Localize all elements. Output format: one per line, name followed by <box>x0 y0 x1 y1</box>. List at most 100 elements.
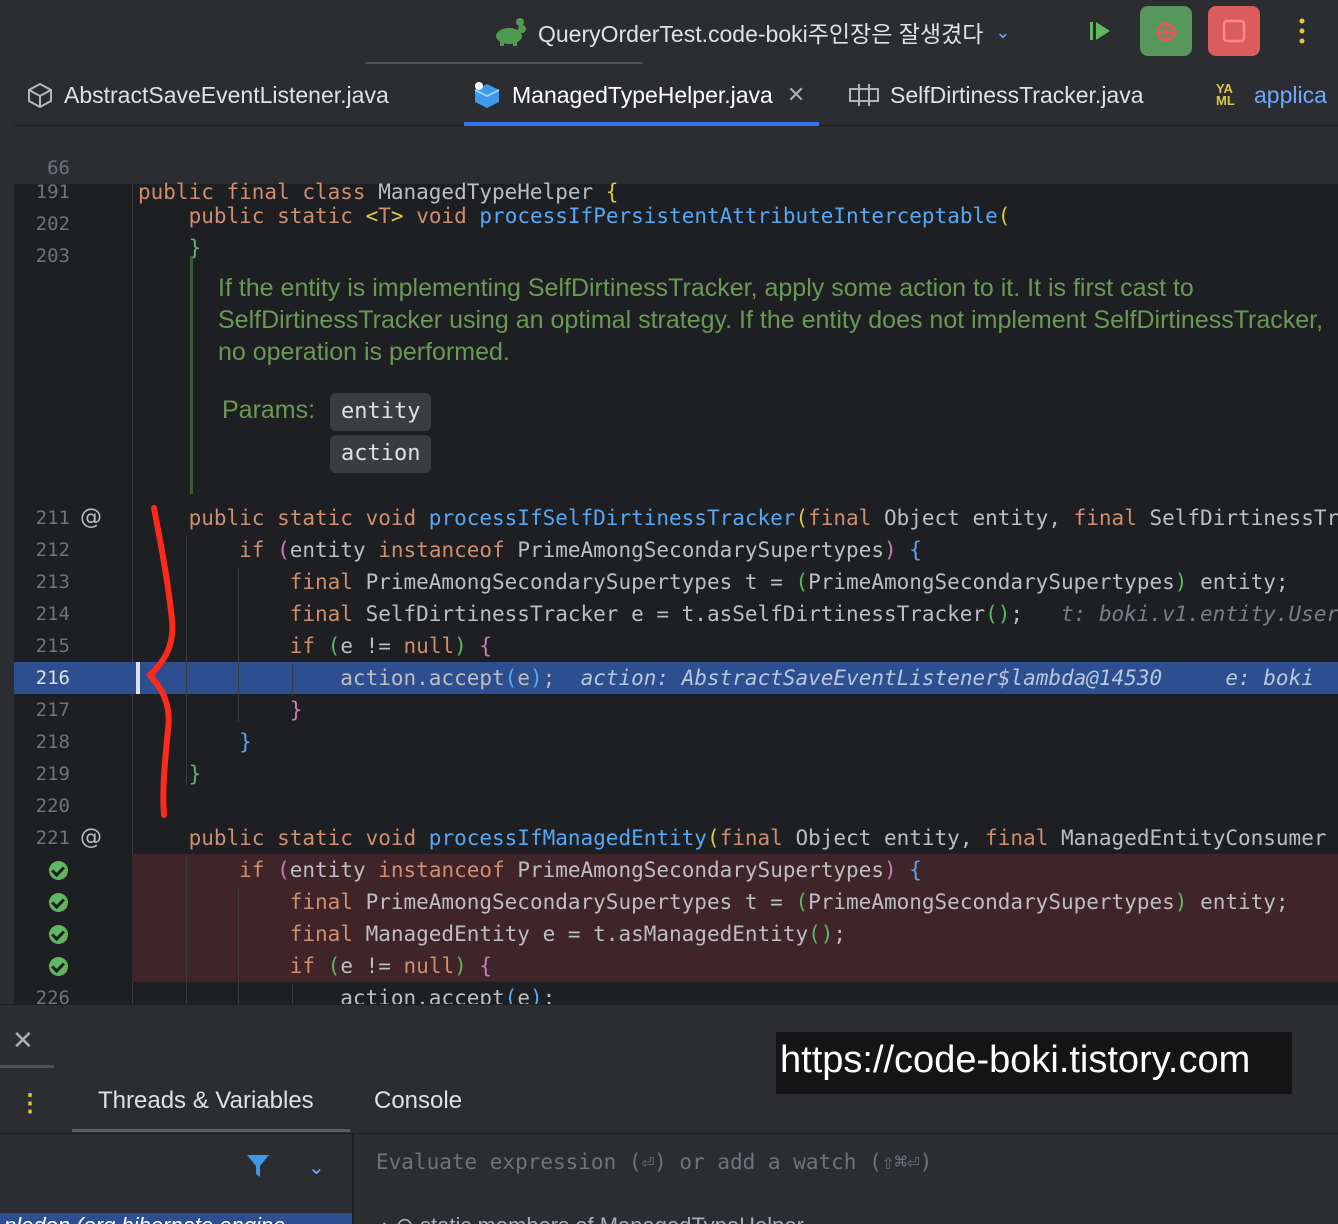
code-token: public static <box>138 204 366 228</box>
tab-threads-variables[interactable]: Threads & Variables <box>98 1087 314 1115</box>
code-token: ) <box>454 954 467 978</box>
close-tab-icon[interactable]: ✕ <box>787 82 805 108</box>
run-configuration-selector[interactable]: QueryOrderTest.code-boki주인장은 잘생겼다 ⌄ <box>494 12 1011 52</box>
implementation-marker-icon[interactable]: @ <box>80 822 102 854</box>
indent-guide <box>292 664 293 696</box>
code-token: ( <box>504 986 518 1004</box>
code-line[interactable]: 219 } <box>14 758 1338 790</box>
code-token: action: AbstractSaveEventListener$lambda… <box>580 666 1314 690</box>
line-number: 216 <box>35 667 70 689</box>
code-line[interactable]: 226 action.accept(e); <box>14 982 1338 1004</box>
more-actions-button[interactable] <box>1276 6 1328 56</box>
code-token: ; <box>542 666 581 690</box>
structure-icon <box>849 84 879 106</box>
code-token: PrimeAmongSecondarySupertypes <box>517 858 884 882</box>
code-text: final ManagedEntity e = t.asManagedEntit… <box>138 918 846 950</box>
execution-point-marker <box>136 662 140 694</box>
editor-tab-bar: AbstractSaveEventListener.java ManagedTy… <box>0 64 1338 126</box>
debug-button[interactable] <box>1140 6 1192 56</box>
code-token: final <box>138 890 366 914</box>
bug-icon <box>1155 22 1177 42</box>
variables-tree-item[interactable]: › ⊙ static members of ManagedTypeHelper <box>382 1213 804 1224</box>
more-vertical-icon[interactable]: ⋮ <box>18 1089 42 1118</box>
code-token: () <box>808 922 834 946</box>
chevron-down-icon[interactable]: ⌄ <box>308 1155 325 1180</box>
code-line[interactable]: final PrimeAmongSecondarySupertypes t = … <box>132 886 1338 918</box>
code-token: ) <box>529 986 543 1004</box>
watermark: https://code-boki.tistory.com <box>776 1032 1292 1094</box>
code-line[interactable]: 215 if (e != null) { <box>14 630 1338 662</box>
yaml-icon: YA ML <box>1216 81 1235 108</box>
tab-abstract-save-event-listener[interactable]: AbstractSaveEventListener.java <box>26 64 389 126</box>
javadoc-bar <box>190 256 193 494</box>
line-number: 215 <box>35 635 70 657</box>
tab-managed-type-helper[interactable]: ManagedTypeHelper.java ✕ <box>464 64 820 126</box>
code-token: action.accept <box>138 666 505 690</box>
frame-list-item[interactable]: pledon (org.hibernate.engine <box>0 1213 352 1224</box>
code-text: } <box>138 758 202 790</box>
code-line[interactable]: 220 <box>14 790 1338 822</box>
code-token: ( <box>706 826 720 850</box>
code-token: public static void <box>138 826 429 850</box>
code-token: ( <box>277 858 290 882</box>
code-token: ( <box>327 954 341 978</box>
code-token: PrimeAmongSecondarySupertypes <box>808 890 1175 914</box>
code-token: action.accept <box>138 986 505 1004</box>
code-line[interactable]: 218 } <box>14 726 1338 758</box>
code-token: final <box>719 826 796 850</box>
tab-label: ManagedTypeHelper.java <box>512 81 773 108</box>
stop-icon <box>1222 19 1246 43</box>
tab-application-yaml[interactable]: YA ML applica <box>1216 64 1327 126</box>
code-token: ) <box>1174 890 1188 914</box>
line-number: 212 <box>35 539 70 561</box>
line-number: 220 <box>35 795 70 817</box>
tab-self-dirtiness-tracker[interactable]: SelfDirtinessTracker.java <box>848 64 1144 126</box>
tab-console[interactable]: Console <box>374 1087 462 1115</box>
code-token: entity <box>289 858 379 882</box>
evaluate-expression-input[interactable] <box>376 1150 1276 1174</box>
code-token: { <box>909 858 922 882</box>
code-token: ManagedEntity e = t.asManagedEntity <box>365 922 809 946</box>
close-icon[interactable]: ✕ <box>12 1025 34 1056</box>
javadoc-text: If the entity is implementing SelfDirtin… <box>218 272 1338 368</box>
code-token: } <box>138 762 202 786</box>
stop-button[interactable] <box>1208 6 1260 56</box>
check-circle-icon <box>49 957 68 976</box>
code-text: action.accept(e); action: AbstractSaveEv… <box>138 662 1314 694</box>
resume-icon <box>1090 22 1110 40</box>
code-line[interactable]: 221 public static void processIfManagedE… <box>14 822 1338 854</box>
code-text: if (e != null) { <box>138 630 492 662</box>
pane-divider[interactable] <box>352 1133 354 1224</box>
indent-guide <box>186 856 187 1004</box>
code-text: if (entity instanceof PrimeAmongSecondar… <box>138 854 922 886</box>
implementation-marker-icon[interactable]: @ <box>80 502 102 534</box>
code-token: Object entity, <box>795 826 986 850</box>
code-line[interactable]: final ManagedEntity e = t.asManagedEntit… <box>132 918 1338 950</box>
params-label: Params: <box>222 396 316 424</box>
code-text: } <box>138 726 252 758</box>
more-vertical-icon <box>1299 18 1305 44</box>
code-editor[interactable]: 66 public final class ManagedTypeHelper … <box>14 126 1338 1004</box>
current-execution-line[interactable]: 216 action.accept(e); action: AbstractSa… <box>14 662 1338 694</box>
filter-icon[interactable] <box>246 1153 270 1184</box>
line-number: 214 <box>35 603 70 625</box>
javadoc-line: If the entity is implementing SelfDirtin… <box>218 274 1194 302</box>
code-token: < <box>365 204 379 228</box>
code-line[interactable]: 217 } <box>14 694 1338 726</box>
param-chip: action <box>330 435 432 473</box>
code-token: { <box>479 634 493 658</box>
sticky-lines: 66 public final class ManagedTypeHelper … <box>14 126 1338 228</box>
code-token: if <box>138 858 278 882</box>
code-token: } <box>138 698 303 722</box>
code-line[interactable]: if (e != null) { <box>132 950 1338 982</box>
class-icon <box>474 82 500 108</box>
sticky-line[interactable]: 191 public static <T> void processIfPers… <box>14 152 1338 228</box>
line-number: 219 <box>35 763 70 785</box>
check-circle-icon <box>49 893 68 912</box>
code-line[interactable]: if (entity instanceof PrimeAmongSecondar… <box>132 854 1338 886</box>
resume-program-button[interactable] <box>1074 6 1126 56</box>
code-token: e != <box>340 954 404 978</box>
code-token: ManagedEntityConsumer <box>1060 826 1327 850</box>
